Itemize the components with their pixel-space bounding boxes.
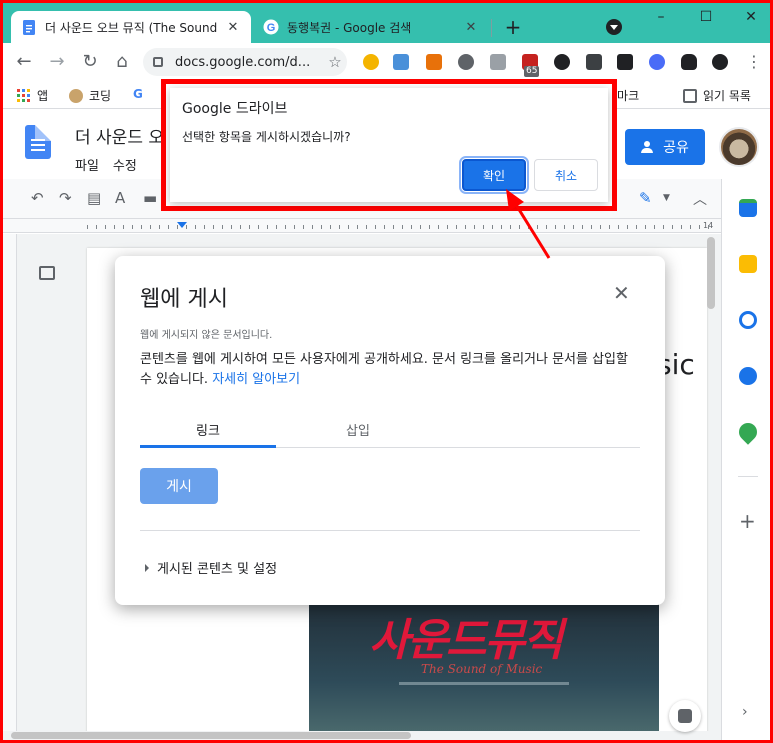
annotation-arrow-icon bbox=[506, 189, 551, 259]
screen: 더 사운드 오브 뮤직 (The Sound ✕ G 동행복권 - Google… bbox=[0, 0, 773, 743]
